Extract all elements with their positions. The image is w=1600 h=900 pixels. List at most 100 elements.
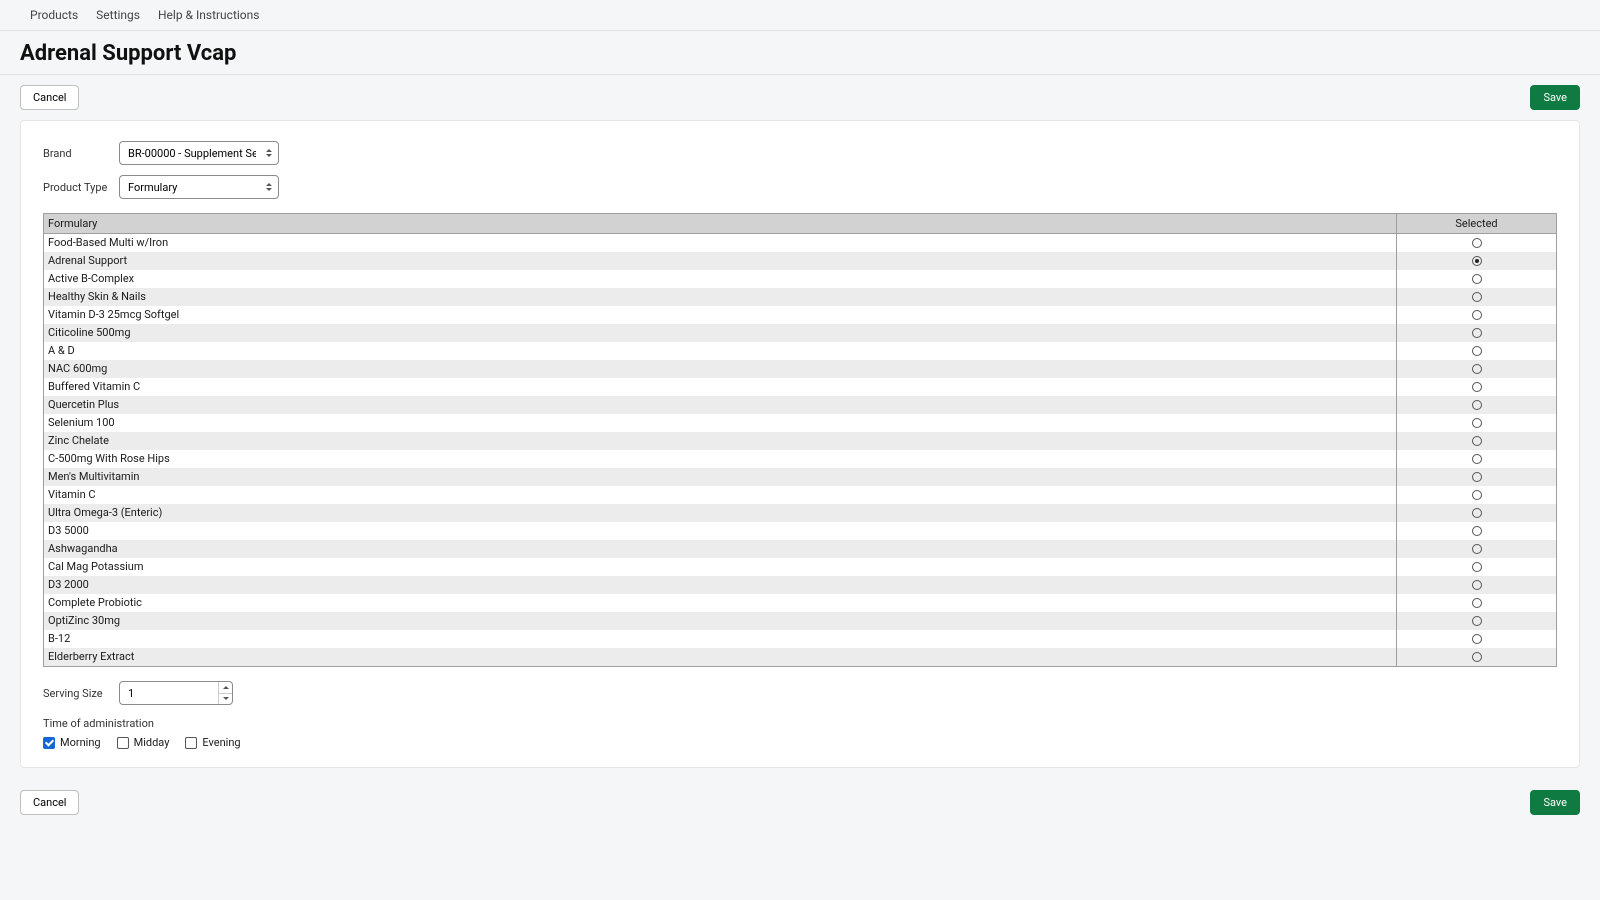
table-row: OptiZinc 30mg — [44, 612, 1557, 630]
brand-row: Brand BR-00000 - Supplement Seller — [43, 141, 1557, 165]
formulary-name-cell: NAC 600mg — [44, 360, 1397, 378]
selected-cell — [1397, 504, 1557, 522]
serving-size-input[interactable] — [119, 681, 233, 705]
formulary-name-cell: Food-Based Multi w/Iron — [44, 234, 1397, 253]
select-radio[interactable] — [1472, 562, 1482, 572]
selected-cell — [1397, 450, 1557, 468]
select-radio[interactable] — [1472, 238, 1482, 248]
table-header-row: Formulary Selected — [44, 214, 1557, 234]
nav-settings[interactable]: Settings — [96, 8, 140, 22]
brand-select[interactable]: BR-00000 - Supplement Seller — [119, 141, 279, 165]
time-option[interactable]: Midday — [117, 736, 170, 749]
table-row: Citicoline 500mg — [44, 324, 1557, 342]
select-radio[interactable] — [1472, 310, 1482, 320]
page-title: Adrenal Support Vcap — [20, 41, 1580, 66]
select-radio[interactable] — [1472, 292, 1482, 302]
select-radio[interactable] — [1472, 328, 1482, 338]
formulary-name-cell: Men's Multivitamin — [44, 468, 1397, 486]
formulary-name-cell: Buffered Vitamin C — [44, 378, 1397, 396]
selected-cell — [1397, 522, 1557, 540]
table-row: Adrenal Support — [44, 252, 1557, 270]
table-row: A & D — [44, 342, 1557, 360]
time-option[interactable]: Evening — [185, 736, 240, 749]
formulary-name-cell: Cal Mag Potassium — [44, 558, 1397, 576]
formulary-name-cell: Citicoline 500mg — [44, 324, 1397, 342]
select-radio[interactable] — [1472, 256, 1482, 266]
serving-size-label: Serving Size — [43, 687, 119, 700]
time-label: Time of administration — [43, 717, 1557, 730]
cancel-button[interactable]: Cancel — [20, 85, 79, 110]
select-radio[interactable] — [1472, 346, 1482, 356]
table-row: Ashwagandha — [44, 540, 1557, 558]
select-radio[interactable] — [1472, 598, 1482, 608]
save-button[interactable]: Save — [1530, 85, 1580, 110]
nav-products[interactable]: Products — [30, 8, 78, 22]
table-row: Vitamin D-3 25mcg Softgel — [44, 306, 1557, 324]
table-row: Vitamin C — [44, 486, 1557, 504]
formulary-table: Formulary Selected Food-Based Multi w/Ir… — [43, 213, 1557, 667]
selected-cell — [1397, 468, 1557, 486]
time-option[interactable]: Morning — [43, 736, 101, 749]
formulary-name-cell: Selenium 100 — [44, 414, 1397, 432]
selected-cell — [1397, 252, 1557, 270]
select-radio[interactable] — [1472, 580, 1482, 590]
formulary-name-cell: Active B-Complex — [44, 270, 1397, 288]
select-radio[interactable] — [1472, 382, 1482, 392]
save-button-bottom[interactable]: Save — [1530, 790, 1580, 815]
select-radio[interactable] — [1472, 652, 1482, 662]
brand-label: Brand — [43, 147, 119, 160]
time-option-label: Midday — [134, 736, 170, 749]
selected-cell — [1397, 594, 1557, 612]
selected-cell — [1397, 396, 1557, 414]
stepper-down[interactable] — [219, 694, 232, 705]
checkbox-icon — [43, 737, 55, 749]
product-type-select[interactable]: Formulary — [119, 175, 279, 199]
serving-size-stepper — [119, 681, 233, 705]
table-row: Buffered Vitamin C — [44, 378, 1557, 396]
select-radio[interactable] — [1472, 418, 1482, 428]
cancel-button-bottom[interactable]: Cancel — [20, 790, 79, 815]
table-row: Ultra Omega-3 (Enteric) — [44, 504, 1557, 522]
select-radio[interactable] — [1472, 400, 1482, 410]
brand-select-wrap: BR-00000 - Supplement Seller — [119, 141, 279, 165]
select-radio[interactable] — [1472, 472, 1482, 482]
select-radio[interactable] — [1472, 274, 1482, 284]
table-row: C-500mg With Rose Hips — [44, 450, 1557, 468]
nav-help[interactable]: Help & Instructions — [158, 8, 259, 22]
selected-cell — [1397, 630, 1557, 648]
stepper-buttons — [218, 682, 232, 704]
select-radio[interactable] — [1472, 364, 1482, 374]
table-row: Quercetin Plus — [44, 396, 1557, 414]
table-row: Selenium 100 — [44, 414, 1557, 432]
select-radio[interactable] — [1472, 508, 1482, 518]
select-radio[interactable] — [1472, 616, 1482, 626]
table-row: Men's Multivitamin — [44, 468, 1557, 486]
select-radio[interactable] — [1472, 544, 1482, 554]
select-radio[interactable] — [1472, 490, 1482, 500]
select-radio[interactable] — [1472, 436, 1482, 446]
select-radio[interactable] — [1472, 634, 1482, 644]
formulary-name-cell: Zinc Chelate — [44, 432, 1397, 450]
formulary-name-cell: OptiZinc 30mg — [44, 612, 1397, 630]
table-row: Healthy Skin & Nails — [44, 288, 1557, 306]
select-radio[interactable] — [1472, 454, 1482, 464]
selected-cell — [1397, 270, 1557, 288]
actions-top: Cancel Save — [0, 75, 1600, 120]
selected-cell — [1397, 540, 1557, 558]
select-radio[interactable] — [1472, 526, 1482, 536]
formulary-name-cell: Ashwagandha — [44, 540, 1397, 558]
product-type-row: Product Type Formulary — [43, 175, 1557, 199]
checkbox-icon — [185, 737, 197, 749]
selected-cell — [1397, 234, 1557, 253]
selected-cell — [1397, 378, 1557, 396]
stepper-up[interactable] — [219, 682, 232, 694]
table-row: Cal Mag Potassium — [44, 558, 1557, 576]
actions-bottom: Cancel Save — [0, 780, 1600, 825]
top-nav: Products Settings Help & Instructions — [0, 0, 1600, 31]
time-options: Morning Midday Evening — [43, 736, 1557, 749]
formulary-name-cell: Vitamin C — [44, 486, 1397, 504]
selected-cell — [1397, 432, 1557, 450]
selected-cell — [1397, 558, 1557, 576]
serving-size-row: Serving Size — [43, 681, 1557, 705]
selected-cell — [1397, 414, 1557, 432]
